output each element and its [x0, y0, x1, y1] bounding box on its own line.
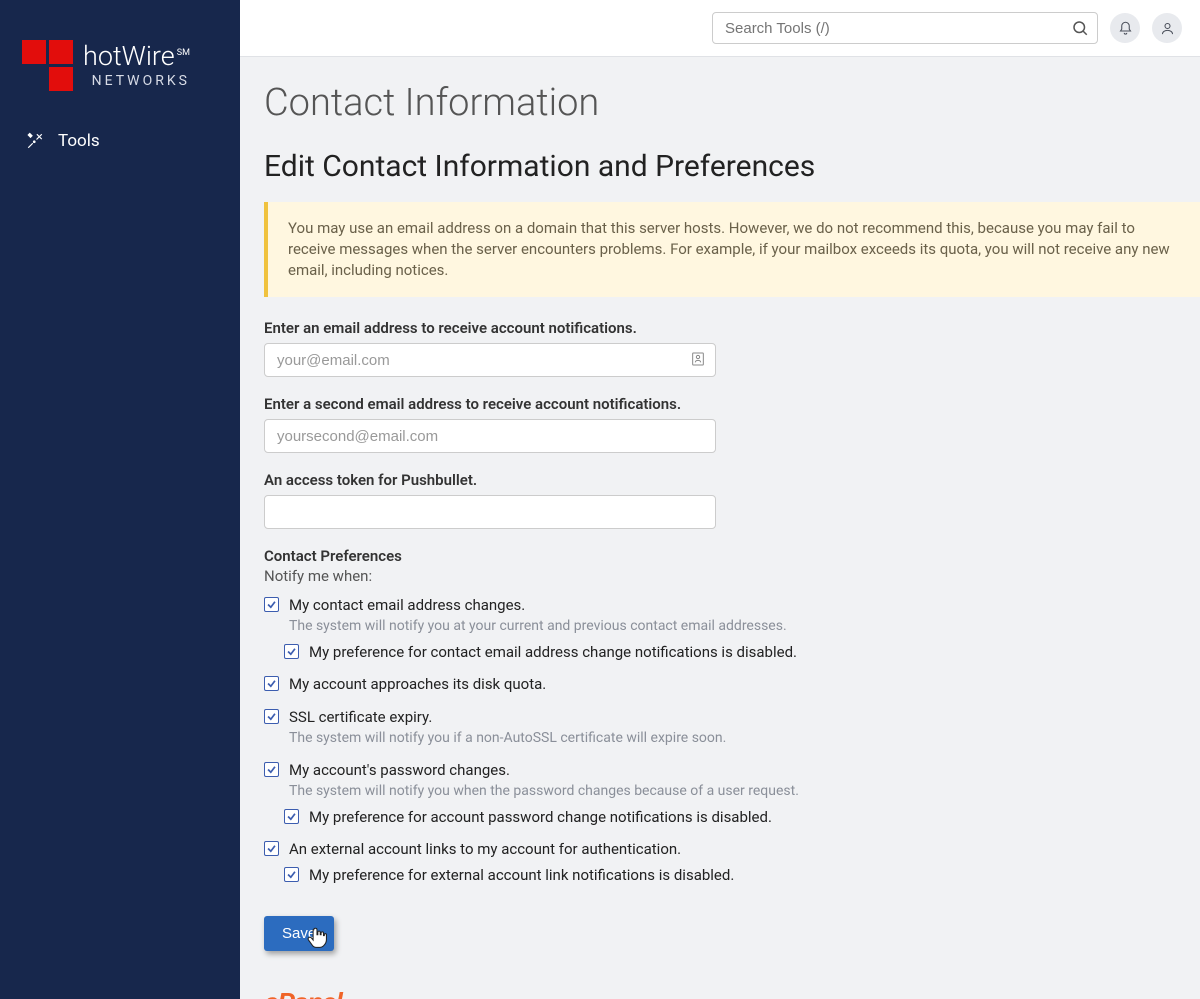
main: Contact Information Edit Contact Informa…: [240, 0, 1200, 999]
pref-password-checkbox[interactable]: [264, 762, 279, 777]
pref-disk-quota-checkbox[interactable]: [264, 676, 279, 691]
pref-heading: Contact Preferences: [264, 547, 1200, 565]
search-icon[interactable]: [1070, 18, 1090, 38]
pref-email-change-checkbox[interactable]: [264, 597, 279, 612]
pref-label: My account approaches its disk quota.: [289, 674, 1200, 694]
user-icon: [1160, 21, 1175, 36]
pref-label: My preference for account password chang…: [309, 807, 1200, 827]
sidebar-item-label: Tools: [58, 131, 100, 151]
email2-input[interactable]: [264, 419, 716, 453]
notifications-button[interactable]: [1110, 13, 1140, 43]
pushbullet-label: An access token for Pushbullet.: [264, 471, 1200, 489]
footer: cPanel 104.0.4 Home Trademarks Privacy P…: [264, 951, 1200, 999]
pref-label: My account's password changes.: [289, 760, 1200, 780]
info-alert: You may use an email address on a domain…: [264, 202, 1200, 297]
pref-external-link-checkbox[interactable]: [264, 841, 279, 856]
logo-mark-icon: [22, 40, 73, 91]
pref-label: My preference for external account link …: [309, 865, 1200, 885]
pref-label: My preference for contact email address …: [309, 642, 1200, 662]
pref-hint: The system will notify you if a non-Auto…: [289, 729, 1200, 748]
pref-label: My contact email address changes.: [289, 595, 1200, 615]
page-title: Contact Information: [264, 81, 1200, 125]
cpanel-logo: cPanel: [264, 987, 342, 999]
brand-logo: hotWireSM NETWORKS: [0, 40, 240, 121]
pref-label: SSL certificate expiry.: [289, 707, 1200, 727]
bell-icon: [1118, 21, 1133, 36]
brand-sub: NETWORKS: [83, 74, 190, 88]
email1-label: Enter an email address to receive accoun…: [264, 319, 1200, 337]
email1-input[interactable]: [264, 343, 716, 377]
save-button[interactable]: Save: [264, 916, 334, 951]
pref-hint: The system will notify you when the pass…: [289, 782, 1200, 801]
pref-password-disabled-checkbox[interactable]: [284, 809, 299, 824]
pref-subheading: Notify me when:: [264, 567, 1200, 585]
pref-ssl-checkbox[interactable]: [264, 709, 279, 724]
brand-name: hotWire: [83, 40, 175, 72]
topbar: [240, 0, 1200, 57]
pref-email-change-disabled-checkbox[interactable]: [284, 644, 299, 659]
search-input[interactable]: [712, 12, 1098, 44]
sidebar-item-tools[interactable]: Tools: [0, 121, 240, 161]
pref-label: An external account links to my account …: [289, 839, 1200, 859]
tools-icon: [26, 132, 44, 150]
pushbullet-input[interactable]: [264, 495, 716, 529]
account-button[interactable]: [1152, 13, 1182, 43]
section-title: Edit Contact Information and Preferences: [264, 149, 1200, 184]
contact-card-icon: [690, 351, 706, 367]
brand-mark: SM: [177, 48, 190, 58]
pref-external-link-disabled-checkbox[interactable]: [284, 867, 299, 882]
sidebar: hotWireSM NETWORKS Tools: [0, 0, 240, 999]
pref-hint: The system will notify you at your curre…: [289, 617, 1200, 636]
email2-label: Enter a second email address to receive …: [264, 395, 1200, 413]
